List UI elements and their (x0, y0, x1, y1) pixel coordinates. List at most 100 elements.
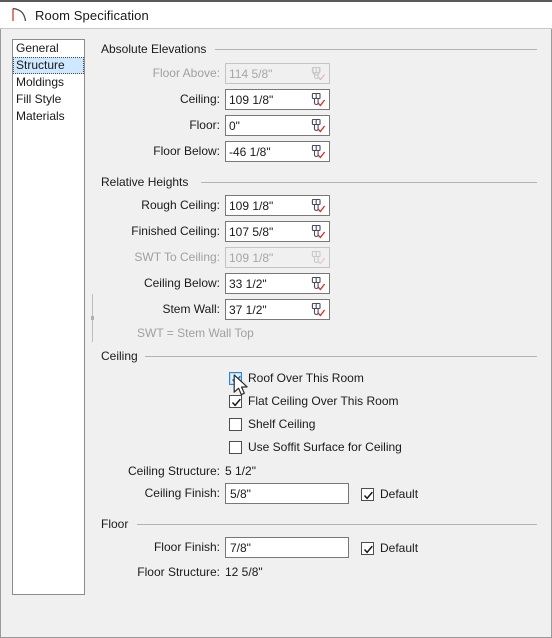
input-ceiling-below[interactable]: 33 1/2" (225, 273, 330, 294)
checkbox-box[interactable] (361, 487, 374, 501)
group-ceiling: Ceiling (101, 349, 537, 363)
input-finished-ceiling-value[interactable]: 107 5/8" (226, 225, 307, 239)
field-row-stem-wall[interactable]: Stem Wall: 37 1/2" (101, 299, 537, 320)
checkbox-label[interactable]: Roof Over This Room (248, 371, 364, 385)
dimension-picker-icon[interactable] (307, 196, 329, 215)
field-row-floor-below[interactable]: Floor Below: -46 1/8" (101, 141, 537, 162)
sidebar-item-moldings[interactable]: Moldings (13, 74, 84, 91)
label-swt-to-ceiling: SWT To Ceiling: (134, 250, 220, 264)
label-stem-wall: Stem Wall: (162, 302, 220, 316)
label-ceiling: Ceiling: (179, 92, 220, 106)
group-rule (145, 356, 537, 357)
input-rough-ceiling-value[interactable]: 109 1/8" (226, 199, 307, 213)
dimension-picker-icon[interactable] (307, 300, 329, 319)
splitter-grip[interactable] (91, 316, 94, 320)
label-ceiling-structure: Ceiling Structure: (127, 464, 220, 478)
swt-note: SWT = Stem Wall Top (137, 326, 254, 340)
input-floor-below-value[interactable]: -46 1/8" (226, 145, 307, 159)
group-label-absolute-elevations: Absolute Elevations (101, 42, 213, 56)
checkbox-label[interactable]: Flat Ceiling Over This Room (248, 394, 399, 408)
input-floor[interactable]: 0" (225, 115, 330, 136)
group-header-floor: Floor (101, 517, 537, 531)
input-floor-above-value: 114 5/8" (229, 66, 273, 81)
field-row-finished-ceiling[interactable]: Finished Ceiling: 107 5/8" (101, 221, 537, 242)
field-row-floor[interactable]: Floor: 0" (101, 115, 537, 136)
title-bar: Room Specification (0, 0, 552, 29)
checkbox-floor-finish-default[interactable]: Default (361, 539, 418, 557)
dimension-picker-icon[interactable] (307, 142, 329, 161)
room-corner-icon (12, 7, 27, 22)
label-rough-ceiling: Rough Ceiling: (141, 198, 220, 212)
value-ceiling-structure: 5 1/2" (225, 464, 256, 478)
checkbox-roof-over-this-room[interactable]: Roof Over This Room (229, 369, 364, 387)
sidebar-item-structure[interactable]: Structure (13, 57, 84, 74)
category-list[interactable]: General Structure Moldings Fill Style Ma… (12, 39, 85, 595)
check-icon (363, 545, 373, 554)
group-rule (201, 182, 537, 183)
checkbox-box[interactable] (229, 371, 242, 385)
row-ceiling-finish[interactable]: Ceiling Finish: 5/8" Default (101, 483, 537, 504)
input-floor-value[interactable]: 0" (226, 119, 307, 133)
input-rough-ceiling[interactable]: 109 1/8" (225, 195, 330, 216)
sidebar-item-general[interactable]: General (13, 40, 84, 57)
dimension-picker-icon (311, 66, 326, 81)
row-floor-finish[interactable]: Floor Finish: 7/8" Default (101, 537, 537, 558)
checkbox-shelf-ceiling[interactable]: Shelf Ceiling (229, 415, 315, 433)
input-ceiling-value[interactable]: 109 1/8" (226, 93, 307, 107)
checkbox-label[interactable]: Use Soffit Surface for Ceiling (248, 440, 402, 454)
dimension-picker-icon[interactable] (307, 222, 329, 241)
dimension-picker-icon[interactable] (307, 116, 329, 135)
field-row-rough-ceiling[interactable]: Rough Ceiling: 109 1/8" (101, 195, 537, 216)
dimension-picker-icon (311, 250, 326, 265)
panel-splitter[interactable] (91, 294, 94, 342)
label-floor-above: Floor Above: (152, 66, 220, 80)
input-finished-ceiling[interactable]: 107 5/8" (225, 221, 330, 242)
check-icon (231, 398, 241, 407)
field-row-swt-to-ceiling: SWT To Ceiling: 109 1/8" (101, 247, 537, 268)
label-floor-finish: Floor Finish: (153, 540, 220, 554)
row-ceiling-structure: Ceiling Structure: 5 1/2" (101, 463, 537, 480)
input-ceiling-finish-value[interactable]: 5/8" (226, 487, 251, 501)
input-ceiling[interactable]: 109 1/8" (225, 89, 330, 110)
checkbox-box[interactable] (229, 394, 242, 408)
input-swt-to-ceiling-value: 109 1/8" (229, 250, 274, 265)
checkbox-label[interactable]: Shelf Ceiling (248, 417, 315, 431)
group-label-floor: Floor (101, 517, 135, 531)
input-floor-finish-value[interactable]: 7/8" (226, 541, 251, 555)
input-stem-wall-value[interactable]: 37 1/2" (226, 303, 307, 317)
checkbox-box[interactable] (229, 417, 242, 431)
field-row-ceiling-below[interactable]: Ceiling Below: 33 1/2" (101, 273, 537, 294)
check-icon (231, 375, 241, 384)
input-floor-below[interactable]: -46 1/8" (225, 141, 330, 162)
group-label-ceiling: Ceiling (101, 349, 144, 363)
group-header-absolute-elevations: Absolute Elevations (101, 42, 537, 56)
input-ceiling-below-value[interactable]: 33 1/2" (226, 277, 307, 291)
label-ceiling-finish: Ceiling Finish: (144, 486, 220, 500)
group-rule (137, 524, 537, 525)
dimension-picker-icon[interactable] (307, 90, 329, 109)
checkbox-label[interactable]: Default (380, 541, 418, 555)
checkbox-box[interactable] (361, 541, 374, 555)
group-header-relative-heights: Relative Heights (101, 175, 537, 189)
input-ceiling-finish[interactable]: 5/8" (225, 483, 349, 504)
checkbox-flat-ceiling-over-this-room[interactable]: Flat Ceiling Over This Room (229, 392, 399, 410)
checkbox-label[interactable]: Default (380, 487, 418, 501)
label-floor-below: Floor Below: (153, 144, 220, 158)
sidebar-item-materials[interactable]: Materials (13, 108, 84, 125)
sidebar-item-fill-style[interactable]: Fill Style (13, 91, 84, 108)
checkbox-ceiling-finish-default[interactable]: Default (361, 485, 418, 503)
checkbox-box[interactable] (229, 440, 242, 454)
input-swt-to-ceiling: 109 1/8" (225, 247, 330, 268)
input-floor-finish[interactable]: 7/8" (225, 537, 349, 558)
label-ceiling-below: Ceiling Below: (143, 276, 220, 290)
group-rule (215, 49, 537, 50)
group-relative-heights: Relative Heights (101, 175, 537, 189)
room-specification-dialog: Room Specification General Structure Mol… (0, 0, 552, 638)
checkbox-use-soffit-surface-for-ceiling[interactable]: Use Soffit Surface for Ceiling (229, 438, 402, 456)
input-floor-above: 114 5/8" (225, 63, 330, 84)
field-row-ceiling[interactable]: Ceiling: 109 1/8" (101, 89, 537, 110)
input-stem-wall[interactable]: 37 1/2" (225, 299, 330, 320)
value-floor-structure: 12 5/8" (225, 565, 263, 579)
dimension-picker-icon[interactable] (307, 274, 329, 293)
label-floor-structure: Floor Structure: (137, 565, 220, 579)
